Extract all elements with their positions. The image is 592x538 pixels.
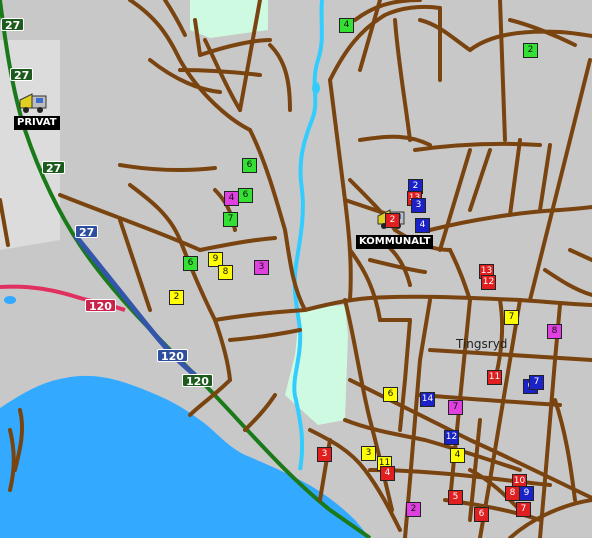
marker-number: 8 [551,326,558,336]
marker-number: 6 [387,389,394,399]
route-shield-label: 120 [186,375,209,388]
collection-point-marker[interactable]: 2 [385,213,400,228]
route-120-shield: 120 [182,374,213,388]
marker-number: 3 [365,448,372,458]
marker-number: 6 [187,258,194,268]
marker-number: 4 [343,20,350,30]
marker-number: 9 [523,488,530,498]
collection-point-marker[interactable]: 9 [519,486,534,501]
marker-number: 12 [445,432,458,442]
collection-point-marker[interactable]: 12 [444,430,459,445]
collection-point-marker[interactable]: 2 [169,290,184,305]
marker-number: 6 [242,190,249,200]
collection-point-marker[interactable]: 6 [242,158,257,173]
marker-number: 4 [454,450,461,460]
collection-point-marker[interactable]: 6 [383,387,398,402]
marker-number: 2 [389,215,396,225]
marker-number: 12 [482,277,495,287]
truck-icon [19,93,47,113]
depot-privat-truck-icon[interactable] [18,90,52,114]
route-27-shield: 27 [42,161,66,175]
marker-number: 4 [419,220,426,230]
route-shield-label: 27 [5,19,21,32]
marker-number: 4 [384,468,391,478]
collection-point-marker[interactable]: 3 [361,446,376,461]
collection-point-marker[interactable]: 4 [380,466,395,481]
route-shield-label: 27 [14,69,30,82]
collection-point-marker[interactable]: 8 [505,486,520,501]
route-shield-label: 27 [46,162,62,175]
marker-number: 5 [452,492,459,502]
collection-point-marker[interactable]: 7 [516,502,531,517]
collection-point-marker[interactable]: 7 [529,375,544,390]
route-shield-label: 120 [89,300,112,313]
collection-point-marker[interactable]: 11 [487,370,502,385]
marker-number: 8 [222,267,229,277]
marker-number: 14 [421,394,434,404]
marker-number: 2 [527,45,534,55]
collection-point-marker[interactable]: 12 [481,275,496,290]
marker-number: 7 [508,312,515,322]
route-27-shield: 27 [75,225,99,239]
marker-number: 3 [415,200,422,210]
collection-point-marker[interactable]: 8 [218,265,233,280]
marker-number: 7 [533,377,540,387]
collection-point-marker[interactable]: 4 [450,448,465,463]
collection-point-marker[interactable]: 2 [523,43,538,58]
route-shield-label: 27 [79,226,95,239]
marker-number: 11 [488,372,501,382]
collection-point-marker[interactable]: 7 [448,400,463,415]
marker-number: 6 [478,509,485,519]
route-120-shield: 120 [85,299,116,313]
marker-number: 7 [452,402,459,412]
collection-point-marker[interactable]: 3 [317,447,332,462]
depot-privat-label: PRIVAT [14,116,60,130]
marker-number: 2 [412,181,419,191]
route-27-shield: 27 [1,18,25,32]
marker-number: 3 [258,262,265,272]
marker-number: 8 [509,488,516,498]
collection-point-marker[interactable]: 14 [420,392,435,407]
route-shield-label: 120 [161,350,184,363]
route-120-shield: 120 [157,349,188,363]
collection-point-marker[interactable]: 3 [411,198,426,213]
collection-point-marker[interactable]: 8 [547,324,562,339]
collection-point-marker[interactable]: 7 [223,212,238,227]
marker-number: 7 [227,214,234,224]
collection-point-marker[interactable]: 4 [415,218,430,233]
collection-point-marker[interactable]: 6 [238,188,253,203]
marker-number: 6 [246,160,253,170]
collection-point-marker[interactable]: 6 [474,507,489,522]
depot-label-text: KOMMUNALT [359,236,431,247]
collection-point-marker[interactable]: 4 [224,191,239,206]
marker-number: 4 [228,193,235,203]
marker-number: 2 [410,504,417,514]
route-27-shield: 27 [10,68,34,82]
marker-number: 7 [520,504,527,514]
depot-label-text: PRIVAT [17,117,57,128]
map-view[interactable]: 27 27 27 27 120 120 120 PRIVAT KOMMUNALT… [0,0,592,538]
collection-point-marker[interactable]: 5 [448,490,463,505]
collection-point-marker[interactable]: 6 [183,256,198,271]
collection-point-marker[interactable]: 4 [339,18,354,33]
collection-point-marker[interactable]: 7 [504,310,519,325]
town-label: Tingsryd [456,337,508,351]
depot-kommunalt-label: KOMMUNALT [356,235,434,249]
collection-point-marker[interactable]: 3 [254,260,269,275]
marker-number: 10 [513,476,526,486]
marker-number: 9 [212,254,219,264]
map-base [0,0,592,538]
collection-point-marker[interactable]: 2 [406,502,421,517]
marker-number: 2 [173,292,180,302]
marker-number: 3 [321,449,328,459]
